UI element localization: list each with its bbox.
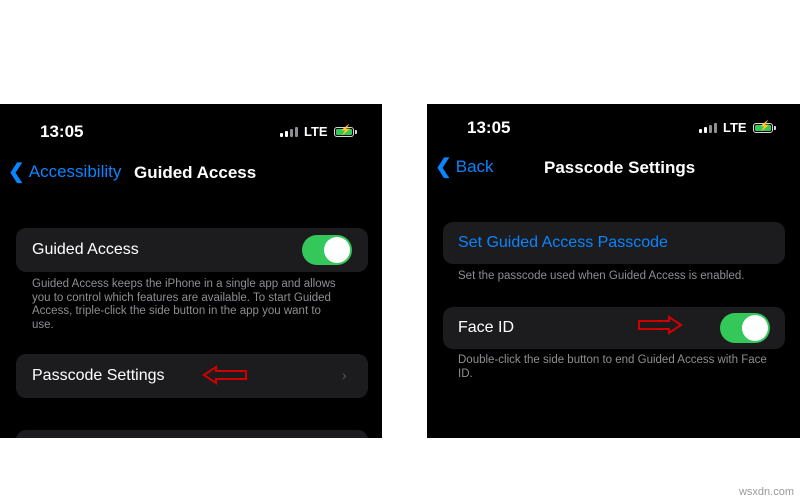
back-button[interactable]: ❮ Accessibility xyxy=(8,162,121,182)
set-passcode-row[interactable]: Set Guided Access Passcode xyxy=(443,222,785,264)
status-time: 13:05 xyxy=(467,118,511,137)
network-label: LTE xyxy=(723,120,747,135)
guided-access-row: Guided Access xyxy=(16,228,368,272)
face-id-row: Face ID xyxy=(443,307,785,349)
passcode-settings-row[interactable]: Passcode Settings › xyxy=(16,354,368,398)
face-id-toggle[interactable] xyxy=(720,313,770,343)
back-button[interactable]: ❮ Back xyxy=(435,157,494,177)
signal-icon xyxy=(699,122,717,133)
status-bar-right: LTE ⚡ xyxy=(699,120,776,135)
right-phone-screen: 13:05 LTE ⚡ ❮ Back Passcode Settings Set… xyxy=(427,104,800,438)
back-label: Back xyxy=(455,157,494,176)
status-time: 13:05 xyxy=(40,122,84,141)
guided-access-toggle[interactable] xyxy=(302,235,352,265)
signal-icon xyxy=(280,126,298,137)
set-passcode-footer: Set the passcode used when Guided Access… xyxy=(458,270,745,282)
status-bar-right: LTE ⚡ xyxy=(280,124,357,139)
chevron-right-icon: › xyxy=(342,367,347,383)
guided-access-footer: Guided Access keeps the iPhone in a sing… xyxy=(32,278,336,331)
face-id-label: Face ID xyxy=(458,319,515,336)
chevron-left-icon: ❮ xyxy=(435,156,452,178)
red-arrow-icon xyxy=(638,315,683,335)
battery-charging-icon: ⚡ xyxy=(752,121,776,133)
left-phone-screen: 13:05 LTE ⚡ ❮ Accessibility Guided Acces… xyxy=(0,104,382,438)
battery-charging-icon: ⚡ xyxy=(333,125,357,137)
page-title: Passcode Settings xyxy=(544,158,696,177)
passcode-settings-label: Passcode Settings xyxy=(32,367,165,384)
watermark: wsxdn.com xyxy=(738,486,794,498)
next-row-partial xyxy=(16,430,368,438)
network-label: LTE xyxy=(304,124,328,139)
page-title: Guided Access xyxy=(134,163,257,182)
guided-access-label: Guided Access xyxy=(32,241,139,258)
red-arrow-icon xyxy=(202,365,247,385)
back-label: Accessibility xyxy=(28,162,122,181)
face-id-footer: Double-click the side button to end Guid… xyxy=(458,354,767,380)
chevron-left-icon: ❮ xyxy=(8,161,25,183)
set-passcode-label: Set Guided Access Passcode xyxy=(458,234,668,251)
